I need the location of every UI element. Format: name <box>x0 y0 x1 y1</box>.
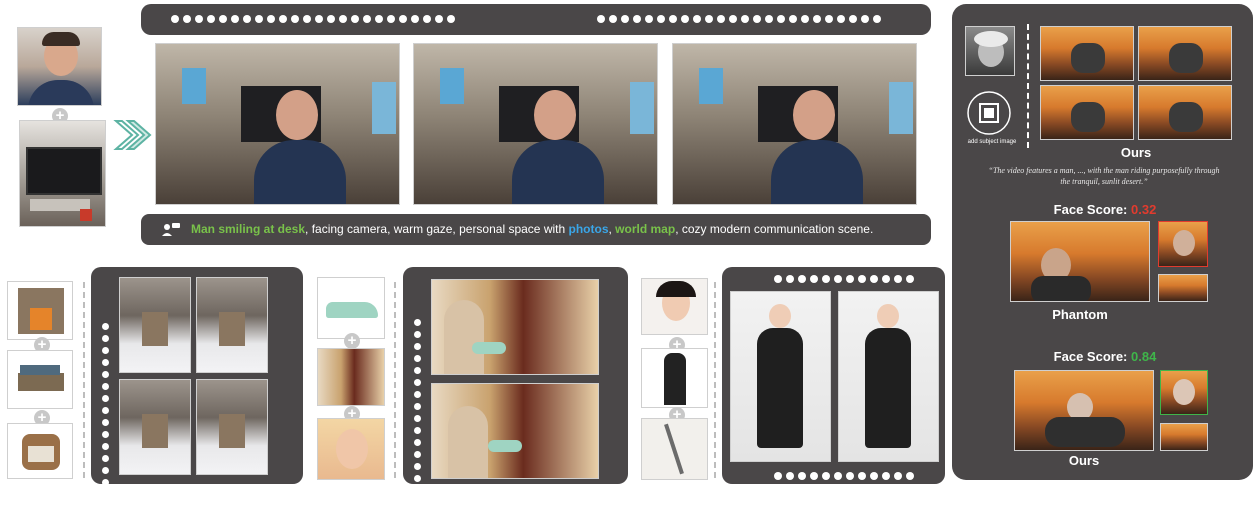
prompt-text: “The video features a man, ..., with the… <box>988 166 1220 186</box>
ours-score-label: Face Score: <box>1053 349 1131 364</box>
ours-face-crop <box>1160 370 1208 415</box>
result-fireplace-2 <box>196 277 268 373</box>
input-chair-image <box>7 423 73 479</box>
ours-frame-bottom <box>1014 370 1154 451</box>
ours-frame-2 <box>1138 26 1232 81</box>
divider <box>714 282 716 478</box>
double-chevron-right-icon <box>113 120 152 150</box>
result-fireplace-4 <box>196 379 268 475</box>
phantom-score-value: 0.32 <box>1131 202 1157 217</box>
output-frame-3 <box>672 43 917 205</box>
video-strip-top <box>141 4 931 35</box>
ours-frame-4 <box>1138 85 1232 140</box>
input-shovel-image <box>641 418 708 480</box>
ours-name: Ours <box>1068 453 1100 468</box>
comparison-panel: add subject image Ours “The video featur… <box>952 4 1253 480</box>
phantom-crop-2 <box>1158 274 1208 302</box>
output-frame-2 <box>413 43 658 205</box>
phantom-frame <box>1010 221 1150 302</box>
caption-text-1: , facing camera, warm gaze, personal spa… <box>305 222 569 236</box>
input-woman-image <box>641 278 708 335</box>
input-fireplace-image <box>7 281 73 340</box>
result-shoe-1 <box>431 279 599 375</box>
divider <box>1027 24 1029 148</box>
ours-crop-2 <box>1160 423 1208 451</box>
input-shoe-image <box>317 277 385 339</box>
caption-highlight-green-2: world map <box>615 222 676 236</box>
add-subject-label: add subject image <box>967 139 1017 145</box>
result-robe-2 <box>838 291 939 462</box>
phantom-face-score: Face Score: 0.32 <box>1010 202 1200 217</box>
subject-image <box>965 26 1015 76</box>
result-shoe-2 <box>431 383 599 479</box>
ours-score-value: 0.84 <box>1131 349 1157 364</box>
result-robe-1 <box>730 291 831 462</box>
result-fireplace-3 <box>119 379 191 475</box>
input-face-image <box>17 27 102 106</box>
input-scene-image <box>19 120 106 227</box>
user-chat-icon <box>162 223 180 236</box>
result-panel-shoe <box>403 267 628 506</box>
input-woman-face-image <box>317 418 385 480</box>
ours-face-score: Face Score: 0.84 <box>1010 349 1200 364</box>
result-fireplace-1 <box>119 277 191 373</box>
input-door-image <box>317 348 385 406</box>
caption-text-3: , cozy modern communication scene. <box>675 222 874 236</box>
phantom-face-crop <box>1158 221 1208 267</box>
ours-frame-1 <box>1040 26 1134 81</box>
caption-bar: Man smiling at desk, facing camera, warm… <box>141 214 931 245</box>
input-books-image <box>7 350 73 409</box>
result-panel-fireplace <box>91 267 303 498</box>
divider <box>83 282 85 478</box>
result-panel-robe <box>722 267 945 484</box>
caption-highlight-blue: photos <box>568 222 609 236</box>
phantom-name: Phantom <box>1052 307 1108 322</box>
phantom-score-label: Face Score: <box>1053 202 1131 217</box>
input-robe-image <box>641 348 708 408</box>
divider <box>394 282 396 478</box>
ours-label-top: Ours <box>1120 145 1152 160</box>
plus-icon: + <box>344 333 360 349</box>
output-frame-1 <box>155 43 400 205</box>
caption-highlight-green-1: Man smiling at desk <box>191 222 306 236</box>
add-subject-icon <box>967 91 1011 135</box>
ours-frame-3 <box>1040 85 1134 140</box>
